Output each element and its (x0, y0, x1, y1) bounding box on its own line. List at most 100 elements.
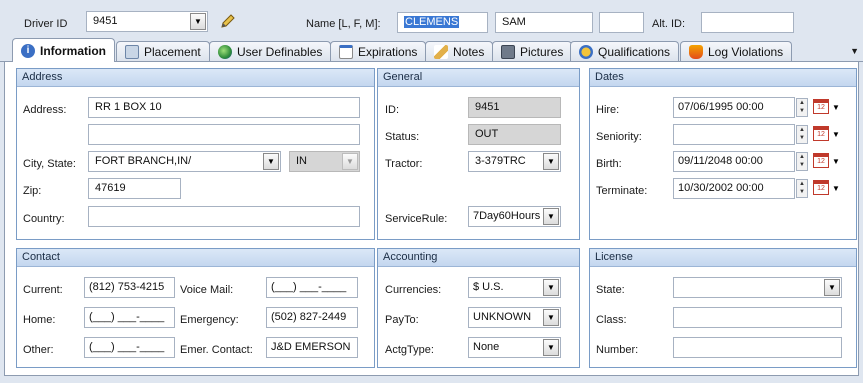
current-phone-field[interactable]: (812) 753-4215 (84, 277, 175, 298)
country-field[interactable] (88, 206, 360, 227)
chevron-down-icon[interactable]: ▼ (832, 184, 840, 193)
tab-qualifications[interactable]: Qualifications (570, 41, 680, 62)
driver-id-label: Driver ID (24, 18, 68, 30)
tab-expirations[interactable]: Expirations (330, 41, 427, 62)
home-phone-field[interactable]: (___) ___-____ (84, 307, 175, 328)
tractor-value: 3-379TRC (475, 155, 526, 167)
license-class-field[interactable] (673, 307, 842, 328)
currencies-select[interactable]: $ U.S. ▼ (468, 277, 561, 298)
tab-pictures[interactable]: Pictures (492, 41, 573, 62)
emergency-phone-label: Emergency: (180, 314, 239, 326)
voicemail-field[interactable]: (___) ___-____ (266, 277, 358, 298)
license-number-field[interactable] (673, 337, 842, 358)
chevron-down-icon[interactable]: ▼ (190, 13, 206, 30)
service-rule-label: ServiceRule: (385, 213, 448, 225)
license-panel: License State: ▼ Class: Number: (589, 248, 857, 368)
pencil-icon[interactable] (219, 12, 237, 30)
chevron-down-icon[interactable]: ▼ (543, 339, 559, 356)
seniority-date-field[interactable] (673, 124, 795, 145)
license-panel-title: License (590, 249, 856, 267)
dates-panel: Dates Hire: 07/06/1995 00:00 ▲ ▼ 12 ▼ Sen… (589, 68, 857, 240)
dates-panel-title: Dates (590, 69, 856, 87)
hire-spinner[interactable]: ▲ ▼ (796, 98, 808, 117)
currencies-value: $ U.S. (473, 281, 504, 293)
calendar-icon[interactable]: 12 (813, 126, 829, 141)
general-panel-title: General (378, 69, 579, 87)
log-violations-icon (689, 45, 703, 59)
chevron-down-icon[interactable]: ▼ (832, 130, 840, 139)
tab-label: Expirations (358, 45, 418, 59)
birth-date-field[interactable]: 09/11/2048 00:00 (673, 151, 795, 172)
tab-placement[interactable]: Placement (116, 41, 210, 62)
hire-label: Hire: (596, 104, 620, 116)
info-icon: i (21, 43, 35, 58)
chevron-down-icon[interactable]: ▼ (543, 279, 559, 296)
accounting-panel: Accounting Currencies: $ U.S. ▼ PayTo: U… (377, 248, 580, 368)
tab-user-definables[interactable]: User Definables (209, 41, 332, 62)
other-phone-label: Other: (23, 344, 54, 356)
seniority-spinner[interactable]: ▲ ▼ (796, 125, 808, 144)
id-label: ID: (385, 104, 400, 116)
last-name-value: CLEMENS (404, 16, 460, 28)
chevron-down-icon[interactable]: ▼ (543, 153, 559, 170)
service-rule-select[interactable]: 7Day60Hours ▼ (468, 206, 561, 227)
seniority-label: Seniority: (596, 131, 642, 143)
tab-bar: i Information Placement User Definables … (0, 38, 863, 62)
emergency-phone-field[interactable]: (502) 827-2449 (266, 307, 358, 328)
currencies-label: Currencies: (385, 284, 442, 296)
address-panel-title: Address (17, 69, 374, 87)
calendar-icon[interactable]: 12 (813, 153, 829, 168)
calendar-icon[interactable]: 12 (813, 180, 829, 195)
tab-content-information: Address Address: RR 1 BOX 10 City, State… (4, 62, 859, 376)
emergency-contact-field[interactable]: J&D EMERSON (266, 337, 358, 358)
id-field: 9451 (468, 97, 561, 118)
address-line2-field[interactable] (88, 124, 360, 145)
alt-id-field[interactable] (701, 12, 794, 33)
tab-log-violations[interactable]: Log Violations (680, 41, 793, 62)
middle-name-field[interactable] (599, 12, 644, 33)
city-state-select[interactable]: FORT BRANCH,IN/ ▼ (88, 151, 281, 172)
last-name-field[interactable]: CLEMENS (397, 12, 488, 33)
status-label: Status: (385, 131, 420, 143)
driver-id-select[interactable]: 9451 ▼ (86, 11, 208, 32)
placement-icon (125, 45, 139, 59)
terminate-spinner[interactable]: ▲ ▼ (796, 179, 808, 198)
birth-spinner[interactable]: ▲ ▼ (796, 152, 808, 171)
chevron-down-icon[interactable]: ▼ (543, 309, 559, 326)
payto-select[interactable]: UNKNOWN ▼ (468, 307, 561, 328)
tractor-select[interactable]: 3-379TRC ▼ (468, 151, 561, 172)
zip-label: Zip: (23, 185, 42, 197)
zip-field[interactable]: 47619 (88, 178, 181, 199)
chevron-down-icon[interactable]: ▼ (824, 279, 840, 296)
birth-label: Birth: (596, 158, 622, 170)
tab-label: Log Violations (708, 45, 784, 59)
status-field: OUT (468, 124, 561, 145)
user-definables-icon (218, 45, 232, 59)
tab-notes[interactable]: Notes (425, 41, 494, 62)
current-phone-label: Current: (23, 284, 63, 296)
other-phone-field[interactable]: (___) ___-____ (84, 337, 175, 358)
chevron-down-icon[interactable]: ▼ (832, 103, 840, 112)
first-name-field[interactable]: SAM (495, 12, 593, 33)
actgtype-value: None (473, 341, 500, 353)
calendar-icon[interactable]: 12 (813, 99, 829, 114)
chevron-down-icon[interactable]: ▼ (263, 153, 279, 170)
tab-label: User Definables (237, 45, 323, 59)
state-code-value: IN (296, 155, 307, 167)
voicemail-label: Voice Mail: (180, 284, 234, 296)
chevron-down-icon[interactable]: ▼ (832, 157, 840, 166)
address-line1-field[interactable]: RR 1 BOX 10 (88, 97, 360, 118)
chevron-down-icon[interactable]: ▼ (543, 208, 559, 225)
actgtype-select[interactable]: None ▼ (468, 337, 561, 358)
tab-overflow-icon[interactable]: ▼ (850, 46, 859, 56)
contact-panel-title: Contact (17, 249, 374, 267)
state-code-select: IN ▼ (289, 151, 360, 172)
tab-information[interactable]: i Information (12, 38, 115, 62)
hire-date-field[interactable]: 07/06/1995 00:00 (673, 97, 795, 118)
alt-id-label: Alt. ID: (652, 18, 686, 30)
terminate-label: Terminate: (596, 185, 648, 197)
terminate-date-field[interactable]: 10/30/2002 00:00 (673, 178, 795, 199)
general-panel: General ID: 9451 Status: OUT Tractor: 3-… (377, 68, 580, 240)
tab-label: Notes (453, 45, 485, 59)
license-state-select[interactable]: ▼ (673, 277, 842, 298)
